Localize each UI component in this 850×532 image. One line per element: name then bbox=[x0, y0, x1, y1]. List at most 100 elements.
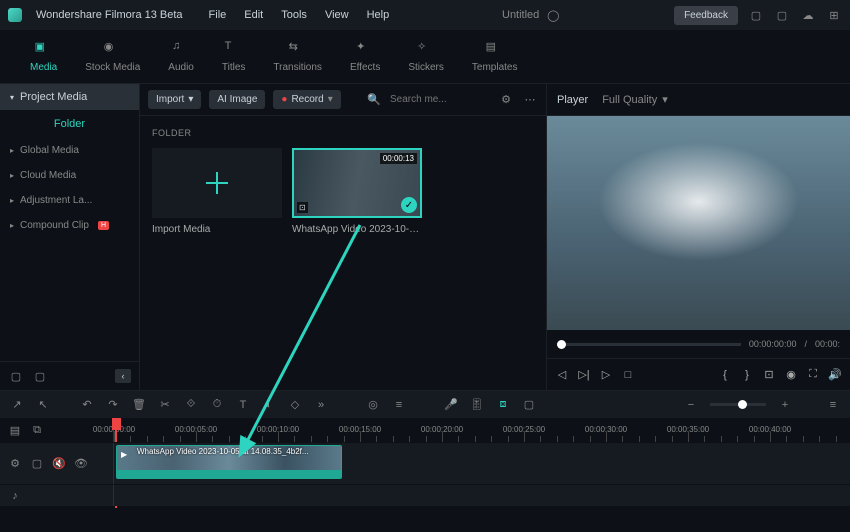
folder-icon[interactable]: ▢ bbox=[8, 368, 24, 384]
zoom-handle[interactable] bbox=[738, 400, 747, 409]
menu-tools[interactable]: Tools bbox=[281, 9, 307, 21]
mark-out-icon[interactable]: } bbox=[740, 368, 754, 382]
delete-icon[interactable]: 🗑 bbox=[132, 398, 146, 412]
tab-titles[interactable]: TTitles bbox=[222, 40, 246, 73]
import-media-tile[interactable]: Import Media bbox=[152, 148, 282, 235]
audio-track-lane[interactable] bbox=[114, 485, 850, 506]
play-backward-icon[interactable]: ▷| bbox=[577, 368, 591, 382]
player-panel: Player Full Quality ▾ 00:00:00:00 / 00:0… bbox=[546, 84, 850, 390]
audio-mix-icon[interactable]: 🎚 bbox=[470, 398, 484, 412]
timeline-clip[interactable]: ▶ WhatsApp Video 2023-10-05 at 14.08.35_… bbox=[116, 445, 342, 479]
filter-icon[interactable]: ⚙ bbox=[498, 92, 514, 108]
time-ruler[interactable]: 00:00:00:0000:00:05:0000:00:10:0000:00:1… bbox=[114, 418, 850, 442]
menu-file[interactable]: File bbox=[209, 9, 227, 21]
speed-icon[interactable]: ⏱ bbox=[210, 398, 224, 412]
track-settings-icon[interactable]: ⚙ bbox=[8, 457, 22, 471]
project-media-header[interactable]: ▾ Project Media bbox=[0, 84, 139, 110]
time-total: 00:00: bbox=[815, 339, 840, 349]
tab-media[interactable]: ▣Media bbox=[30, 40, 57, 73]
mute-icon[interactable]: 🔇 bbox=[52, 457, 66, 471]
mark-in-icon[interactable]: { bbox=[718, 368, 732, 382]
snapshot-icon[interactable]: ⊡ bbox=[762, 368, 776, 382]
cut-icon[interactable]: ✂ bbox=[158, 398, 172, 412]
import-button[interactable]: Import ▾ bbox=[148, 90, 201, 109]
sidebar-item-cloud-media[interactable]: Cloud Media bbox=[0, 163, 139, 188]
magnet-icon[interactable]: ⧈ bbox=[496, 398, 510, 412]
save-icon[interactable]: ▢ bbox=[774, 7, 790, 23]
track-icon[interactable]: ≡ bbox=[392, 398, 406, 412]
tab-stickers[interactable]: ✧Stickers bbox=[408, 40, 444, 73]
menu-help[interactable]: Help bbox=[367, 9, 390, 21]
pointer-icon[interactable]: ↖ bbox=[36, 398, 50, 412]
export-icon[interactable]: ↗ bbox=[10, 398, 24, 412]
eye-icon[interactable]: 👁 bbox=[74, 457, 88, 471]
tab-audio[interactable]: ♫Audio bbox=[168, 40, 194, 73]
track-lane[interactable]: ▶ WhatsApp Video 2023-10-05 at 14.08.35_… bbox=[114, 443, 850, 484]
quality-selector[interactable]: Full Quality ▾ bbox=[602, 93, 668, 106]
playhead-flag-icon[interactable] bbox=[112, 418, 121, 430]
time-separator: / bbox=[804, 339, 807, 349]
zoom-out-icon[interactable]: − bbox=[684, 398, 698, 412]
clip-label: WhatsApp Video 2023-10-05 at 14.08.35_4b… bbox=[137, 447, 309, 456]
cloud-icon[interactable]: ☁ bbox=[800, 7, 816, 23]
sidebar-item-global-media[interactable]: Global Media bbox=[0, 138, 139, 163]
app-logo bbox=[8, 8, 22, 22]
grid-icon[interactable]: ⊞ bbox=[826, 7, 842, 23]
audio-track-icon[interactable]: ♪ bbox=[8, 489, 22, 503]
collapse-sidebar-button[interactable]: ‹ bbox=[115, 369, 131, 383]
hot-badge: H bbox=[98, 221, 109, 230]
link-icon[interactable]: ▢ bbox=[522, 398, 536, 412]
timeline-toolbar: ↗ ↖ ↶ ↷ 🗑 ✂ ⟐ ⏱ T ◐ ◇ » ◎ ≡ 🎤 🎚 ⧈ ▢ − + … bbox=[0, 390, 850, 418]
sidebar-item-adjustment-layer[interactable]: Adjustment La... bbox=[0, 188, 139, 213]
capture-icon[interactable]: ◉ bbox=[784, 368, 798, 382]
tab-templates[interactable]: ▤Templates bbox=[472, 40, 518, 73]
media-thumbnail[interactable]: 00:00:13 ⊡ ✓ bbox=[292, 148, 422, 218]
stop-icon[interactable]: □ bbox=[621, 368, 635, 382]
more-icon[interactable]: ⋯ bbox=[522, 92, 538, 108]
keyframe-icon[interactable]: ◇ bbox=[288, 398, 302, 412]
list-view-icon[interactable]: ≡ bbox=[826, 398, 840, 412]
text-icon[interactable]: T bbox=[236, 398, 250, 412]
module-tabs: ▣Media ◉Stock Media ♫Audio TTitles ⇆Tran… bbox=[0, 30, 850, 84]
lock-icon[interactable]: ▢ bbox=[30, 457, 44, 471]
menu-edit[interactable]: Edit bbox=[244, 9, 263, 21]
mic-icon[interactable]: 🎤 bbox=[444, 398, 458, 412]
tab-transitions[interactable]: ⇆Transitions bbox=[273, 40, 322, 73]
undo-icon[interactable]: ↶ bbox=[80, 398, 94, 412]
new-folder-icon[interactable]: ▢ bbox=[32, 368, 48, 384]
folder-heading: FOLDER bbox=[152, 128, 534, 138]
zoom-slider[interactable] bbox=[710, 403, 766, 406]
scrub-handle[interactable] bbox=[557, 340, 566, 349]
project-title[interactable]: Untitled bbox=[502, 9, 539, 21]
media-grid: Import Media 00:00:13 ⊡ ✓ WhatsApp Video… bbox=[152, 148, 534, 235]
zoom-in-icon[interactable]: + bbox=[778, 398, 792, 412]
volume-icon[interactable]: 🔊 bbox=[828, 368, 842, 382]
scrub-track[interactable] bbox=[557, 343, 741, 346]
fullscreen-icon[interactable]: ⛶ bbox=[806, 368, 820, 382]
sidebar-item-compound-clip[interactable]: Compound ClipH bbox=[0, 213, 139, 238]
record-button[interactable]: ● Record ▾ bbox=[273, 90, 340, 109]
play-icon[interactable]: ▷ bbox=[599, 368, 613, 382]
link-toggle-icon[interactable]: ⧉ bbox=[30, 423, 44, 437]
marker-icon[interactable]: ◎ bbox=[366, 398, 380, 412]
more-tools-icon[interactable]: » bbox=[314, 398, 328, 412]
color-icon[interactable]: ◐ bbox=[262, 398, 276, 412]
redo-icon[interactable]: ↷ bbox=[106, 398, 120, 412]
duration-badge: 00:00:13 bbox=[380, 153, 417, 164]
app-title: Wondershare Filmora 13 Beta bbox=[36, 9, 183, 21]
crop-icon[interactable]: ⟐ bbox=[184, 398, 198, 412]
folder-tab[interactable]: Folder bbox=[0, 110, 139, 138]
tab-effects[interactable]: ✦Effects bbox=[350, 40, 380, 73]
timeline-menu-icon[interactable]: ▤ bbox=[8, 423, 22, 437]
menu-view[interactable]: View bbox=[325, 9, 349, 21]
feedback-button[interactable]: Feedback bbox=[674, 6, 738, 25]
media-item[interactable]: 00:00:13 ⊡ ✓ WhatsApp Video 2023-10-05..… bbox=[292, 148, 422, 235]
ai-image-button[interactable]: AI Image bbox=[209, 90, 265, 109]
prev-frame-icon[interactable]: ◁ bbox=[555, 368, 569, 382]
player-viewport[interactable] bbox=[547, 116, 850, 330]
monitor-icon[interactable]: ▢ bbox=[748, 7, 764, 23]
plus-icon bbox=[206, 172, 228, 194]
preview-frame bbox=[547, 116, 850, 330]
search-input[interactable] bbox=[390, 94, 490, 105]
tab-stock-media[interactable]: ◉Stock Media bbox=[85, 40, 140, 73]
